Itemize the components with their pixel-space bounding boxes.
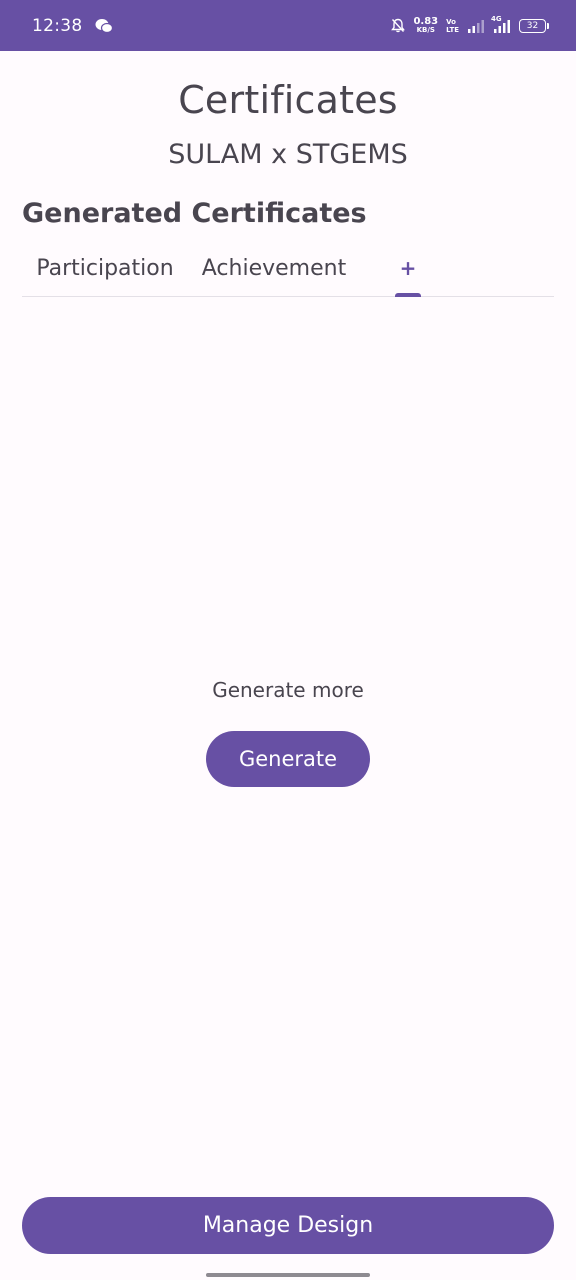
certificate-tabs: Participation Achievement + <box>22 240 554 297</box>
empty-state-message: Generate more <box>212 678 364 702</box>
tab-participation[interactable]: Participation <box>22 240 188 296</box>
page-title: Certificates <box>178 78 398 122</box>
tab-add[interactable]: + <box>386 240 430 296</box>
signal-4g-icon: 4G <box>491 15 511 33</box>
tab-active-indicator <box>395 293 421 297</box>
navigation-handle[interactable] <box>206 1273 370 1277</box>
section-title: Generated Certificates <box>22 198 367 229</box>
manage-design-button[interactable]: Manage Design <box>22 1197 554 1254</box>
status-icons: 0.83 KB/S Vo LTE 4G 32 <box>391 15 549 34</box>
status-time: 12:38 <box>32 15 83 36</box>
battery-level: 32 <box>526 20 539 31</box>
battery-icon: 32 <box>519 18 549 33</box>
wechat-icon <box>95 18 113 33</box>
tab-achievement[interactable]: Achievement <box>192 240 356 296</box>
signal-icon <box>468 19 484 33</box>
generate-button[interactable]: Generate <box>206 731 370 787</box>
volte-indicator: Vo LTE <box>446 17 459 34</box>
net-speed: 0.83 KB/S <box>413 15 439 34</box>
bell-off-icon <box>391 18 406 33</box>
status-bar: 12:38 0.83 KB/S Vo LTE 4G 32 <box>0 0 576 51</box>
page-subtitle: SULAM x STGEMS <box>168 139 408 170</box>
